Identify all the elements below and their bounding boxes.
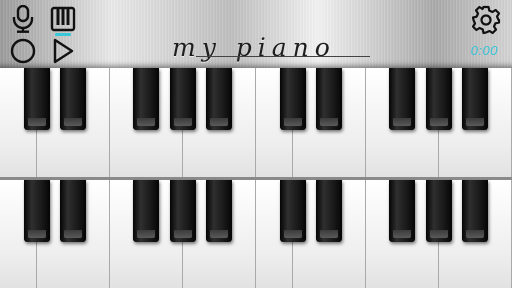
black-key[interactable] bbox=[462, 180, 489, 242]
black-key[interactable] bbox=[279, 180, 306, 242]
piano-keys-icon bbox=[50, 6, 76, 32]
microphone-button[interactable] bbox=[8, 4, 38, 34]
black-key[interactable] bbox=[316, 68, 343, 130]
play-button[interactable] bbox=[49, 37, 77, 65]
record-button[interactable] bbox=[9, 37, 37, 65]
black-key[interactable] bbox=[206, 68, 233, 130]
black-key[interactable] bbox=[279, 68, 306, 130]
black-key[interactable] bbox=[23, 68, 50, 130]
black-key[interactable] bbox=[169, 68, 196, 130]
black-key[interactable] bbox=[133, 180, 160, 242]
settings-button[interactable] bbox=[470, 4, 502, 36]
gear-icon bbox=[471, 5, 501, 35]
upper-keyboard bbox=[0, 68, 512, 177]
black-key[interactable] bbox=[60, 68, 87, 130]
black-key[interactable] bbox=[133, 68, 160, 130]
recording-timer: 0:00 bbox=[470, 43, 498, 58]
selected-indicator bbox=[55, 33, 71, 36]
black-key[interactable] bbox=[60, 180, 87, 242]
black-key[interactable] bbox=[23, 180, 50, 242]
record-icon bbox=[10, 38, 36, 64]
black-key[interactable] bbox=[462, 68, 489, 130]
black-key[interactable] bbox=[389, 180, 416, 242]
toolbar: my piano 0:00 bbox=[0, 0, 512, 69]
lower-keyboard bbox=[0, 180, 512, 288]
black-key[interactable] bbox=[316, 180, 343, 242]
app-title: my piano bbox=[172, 33, 336, 62]
microphone-icon bbox=[12, 5, 34, 33]
black-key[interactable] bbox=[425, 180, 452, 242]
title-underline bbox=[196, 56, 370, 57]
play-icon bbox=[53, 38, 74, 64]
black-key[interactable] bbox=[425, 68, 452, 130]
black-key[interactable] bbox=[389, 68, 416, 130]
piano-keys-button[interactable] bbox=[48, 4, 78, 34]
black-key[interactable] bbox=[206, 180, 233, 242]
black-key[interactable] bbox=[169, 180, 196, 242]
